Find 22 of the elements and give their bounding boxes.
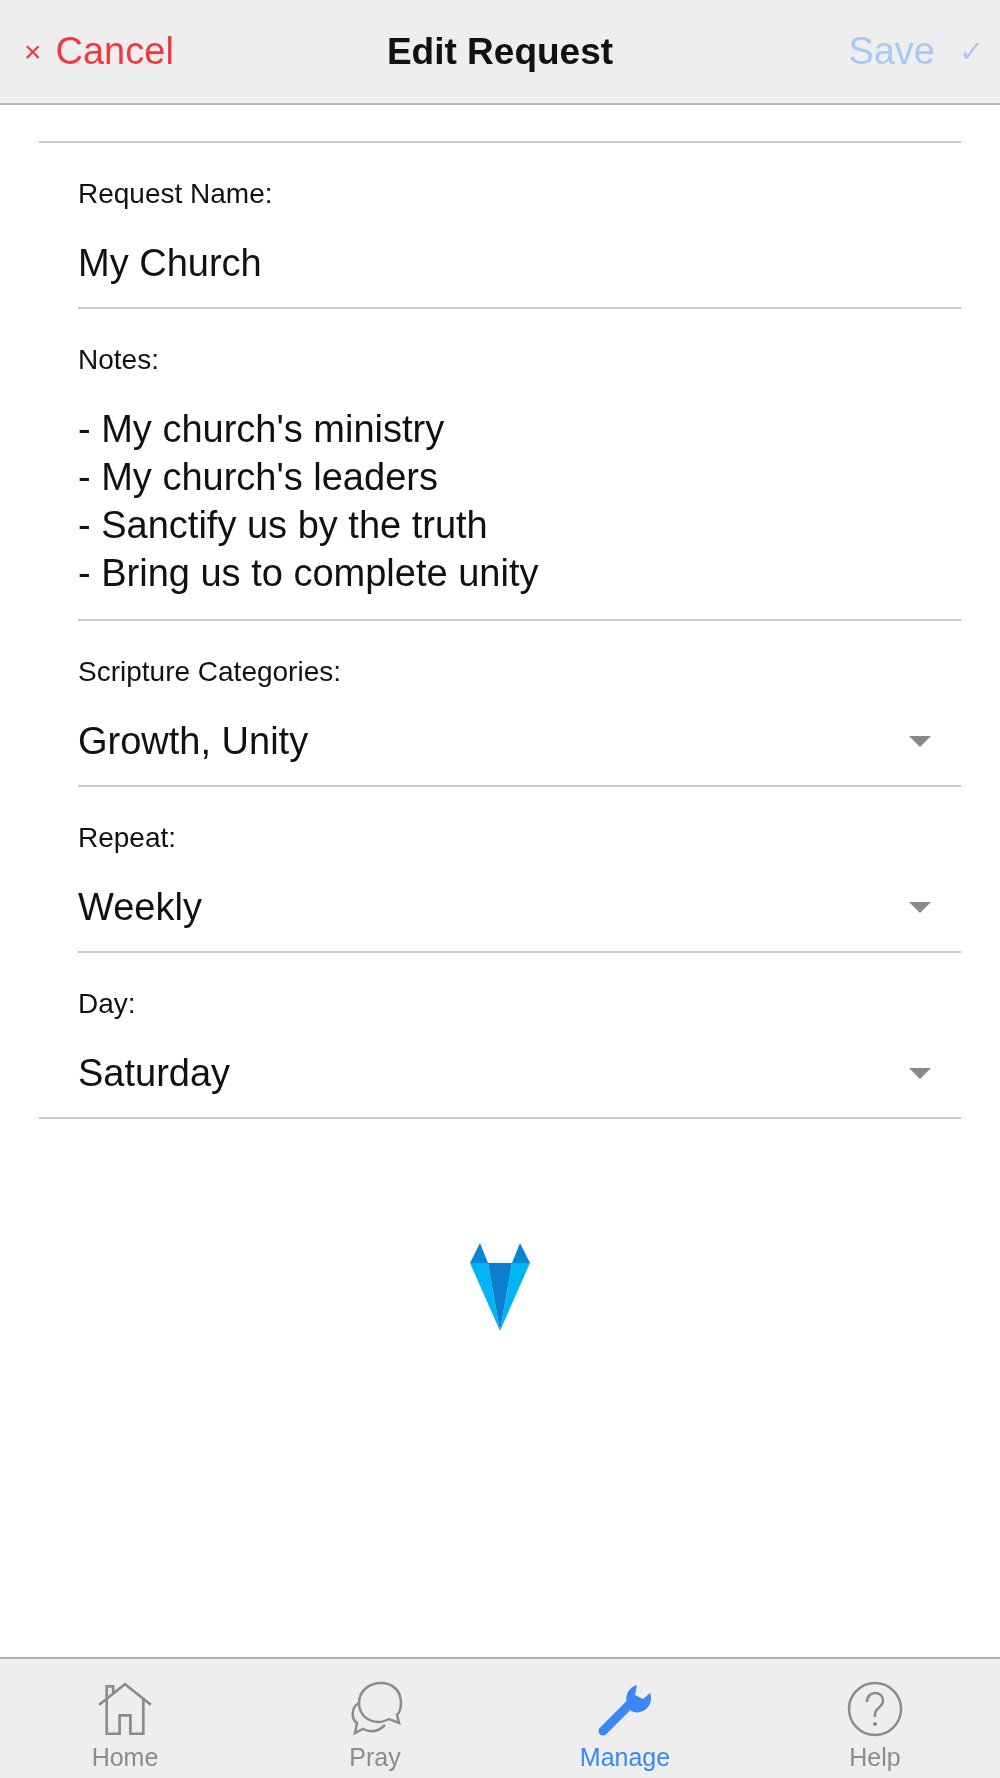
field-label: Repeat:: [78, 821, 178, 855]
field-label: Notes:: [78, 343, 160, 377]
notes-field[interactable]: - My church's ministry - My church's leaders - Sanctify us by the truth - Bring us to complete unity: [78, 377, 961, 619]
logo-icon: [470, 1243, 530, 1331]
house-icon: [97, 1681, 153, 1737]
field-label: Day:: [78, 987, 137, 1021]
field-label: Request Name:: [78, 177, 274, 211]
caret-icon: [909, 901, 931, 913]
caret-icon: [909, 735, 931, 747]
tab[interactable]: Home: [0, 1659, 250, 1778]
field-label: Scripture Categories:: [78, 655, 342, 689]
dropdown-field[interactable]: Weekly: [78, 855, 961, 951]
help-icon: [847, 1681, 903, 1737]
tab[interactable]: Pray: [250, 1659, 500, 1778]
dropdown-field[interactable]: Saturday: [78, 1021, 961, 1117]
screen-title: Edit Request: [386, 30, 614, 73]
text-field[interactable]: My Church: [78, 211, 961, 307]
tab[interactable]: Manage: [500, 1659, 750, 1778]
cancel-button[interactable]: × Cancel: [20, 26, 178, 77]
caret-icon: [909, 1067, 931, 1079]
tab[interactable]: Help: [750, 1659, 1000, 1778]
dropdown-field[interactable]: Growth, Unity: [78, 689, 961, 785]
